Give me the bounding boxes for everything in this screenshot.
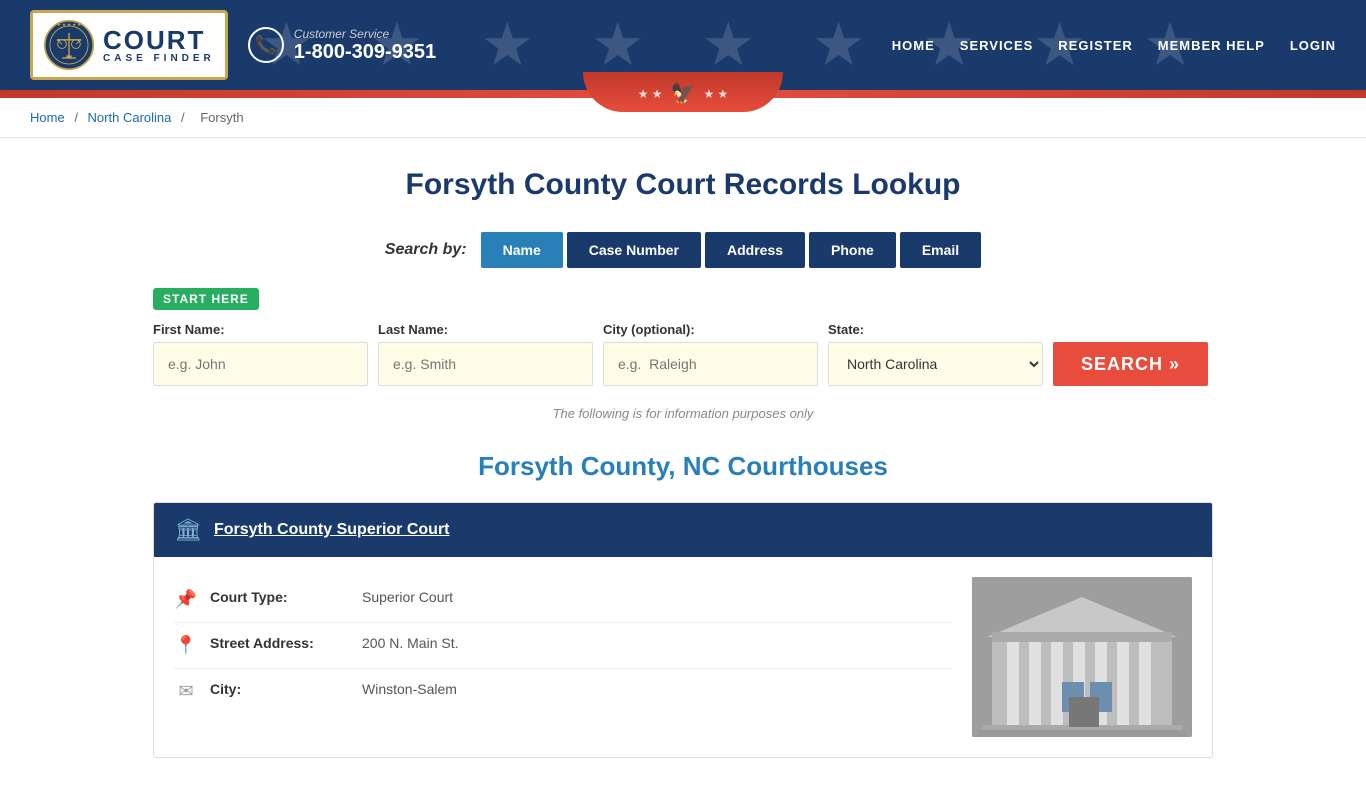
header-left: ★ ★ ★ ★ ★ COURT CASE FINDER 📞 Customer S… [30, 10, 436, 80]
courthouse-card: 🏛 Forsyth County Superior Court 📌 Court … [153, 502, 1213, 758]
court-type-label: Court Type: [210, 589, 350, 605]
state-group: State: North Carolina Alabama Alaska Cal… [828, 322, 1043, 386]
breadcrumb-state[interactable]: North Carolina [88, 110, 172, 125]
last-name-group: Last Name: [378, 322, 593, 386]
search-by-row: Search by: Name Case Number Address Phon… [153, 232, 1213, 268]
nav-home[interactable]: HOME [892, 38, 935, 53]
logo-case-finder-text: CASE FINDER [103, 53, 215, 64]
courthouse-body: 📌 Court Type: Superior Court 📍 Street Ad… [154, 557, 1212, 757]
wave-stars-left: ★ ★ [638, 87, 663, 101]
courthouse-name-link[interactable]: Forsyth County Superior Court [214, 521, 450, 539]
tab-email[interactable]: Email [900, 232, 981, 268]
customer-service: 📞 Customer Service 1-800-309-9351 [248, 27, 436, 64]
courthouse-header: 🏛 Forsyth County Superior Court [154, 503, 1212, 557]
search-form: First Name: Last Name: City (optional): … [153, 322, 1213, 386]
city-detail-value: Winston-Salem [362, 681, 457, 697]
breadcrumb-home[interactable]: Home [30, 110, 65, 125]
logo-box[interactable]: ★ ★ ★ ★ ★ COURT CASE FINDER [30, 10, 228, 80]
cs-text: Customer Service 1-800-309-9351 [294, 27, 436, 64]
breadcrumb-separator-2: / [181, 110, 188, 125]
main-content: Forsyth County Court Records Lookup Sear… [133, 138, 1233, 808]
search-by-label: Search by: [385, 241, 467, 259]
cs-phone: 1-800-309-9351 [294, 41, 436, 64]
start-here-badge: START HERE [153, 288, 259, 310]
logo-emblem-icon: ★ ★ ★ ★ ★ [43, 19, 95, 71]
nav-services[interactable]: SERVICES [960, 38, 1034, 53]
nav-register[interactable]: REGISTER [1058, 38, 1132, 53]
tab-address[interactable]: Address [705, 232, 805, 268]
court-type-icon: 📌 [174, 589, 198, 610]
wave-bar: ★ ★ 🦅 ★ ★ [0, 90, 1366, 98]
city-label: City (optional): [603, 322, 818, 337]
svg-text:★ ★ ★ ★ ★: ★ ★ ★ ★ ★ [57, 22, 81, 27]
logo-text: COURT CASE FINDER [103, 27, 215, 64]
eagle-icon: 🦅 [671, 81, 696, 106]
tab-name[interactable]: Name [481, 232, 563, 268]
tab-case-number[interactable]: Case Number [567, 232, 701, 268]
address-icon: 📍 [174, 635, 198, 656]
search-button[interactable]: SEARCH » [1053, 342, 1208, 386]
wave-stars-right: ★ ★ [703, 87, 728, 101]
phone-icon: 📞 [248, 27, 284, 63]
city-detail-label: City: [210, 681, 350, 697]
courthouse-details: 📌 Court Type: Superior Court 📍 Street Ad… [174, 577, 952, 737]
city-group: City (optional): [603, 322, 818, 386]
city-input[interactable] [603, 342, 818, 386]
city-icon: ✉ [174, 681, 198, 702]
address-value: 200 N. Main St. [362, 635, 459, 651]
courthouse-image [972, 577, 1192, 737]
court-type-value: Superior Court [362, 589, 453, 605]
first-name-input[interactable] [153, 342, 368, 386]
detail-row-address: 📍 Street Address: 200 N. Main St. [174, 623, 952, 669]
state-select[interactable]: North Carolina Alabama Alaska California… [828, 342, 1043, 386]
courthouses-title: Forsyth County, NC Courthouses [153, 451, 1213, 482]
nav-member-help[interactable]: MEMBER HELP [1158, 38, 1265, 53]
page-title: Forsyth County Court Records Lookup [153, 168, 1213, 202]
last-name-input[interactable] [378, 342, 593, 386]
breadcrumb-separator-1: / [74, 110, 81, 125]
nav-login[interactable]: LOGIN [1290, 38, 1336, 53]
detail-row-city: ✉ City: Winston-Salem [174, 669, 952, 714]
tab-phone[interactable]: Phone [809, 232, 896, 268]
last-name-label: Last Name: [378, 322, 593, 337]
courthouse-building-svg [972, 577, 1192, 737]
address-label: Street Address: [210, 635, 350, 651]
first-name-group: First Name: [153, 322, 368, 386]
first-name-label: First Name: [153, 322, 368, 337]
cs-label: Customer Service [294, 27, 436, 41]
info-text: The following is for information purpose… [153, 406, 1213, 421]
courthouse-icon: 🏛 [174, 517, 202, 543]
state-label: State: [828, 322, 1043, 337]
wave-center-decoration: ★ ★ 🦅 ★ ★ [583, 72, 783, 112]
logo-court-text: COURT [103, 27, 205, 53]
main-nav: HOME SERVICES REGISTER MEMBER HELP LOGIN [892, 38, 1336, 53]
detail-row-court-type: 📌 Court Type: Superior Court [174, 577, 952, 623]
breadcrumb-county: Forsyth [200, 110, 243, 125]
